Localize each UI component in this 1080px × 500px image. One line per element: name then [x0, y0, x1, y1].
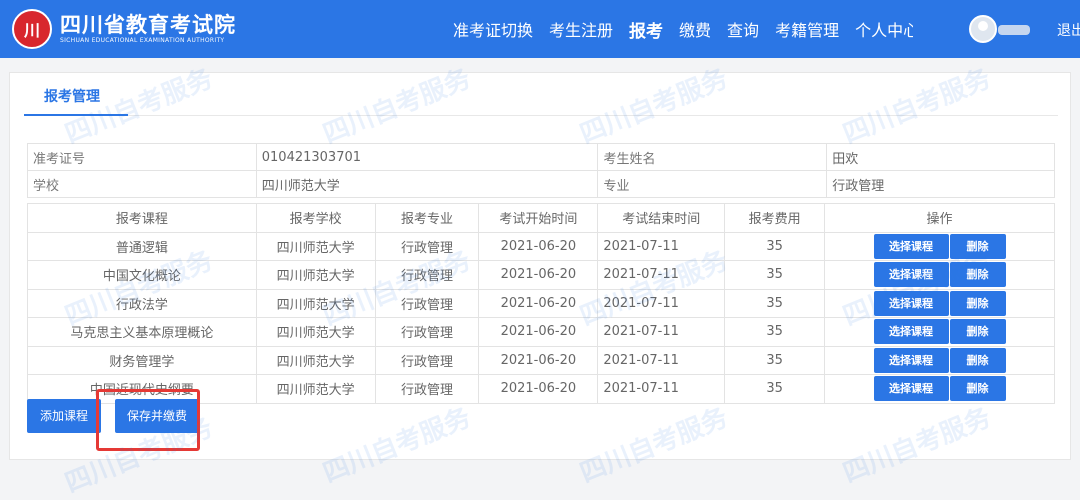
logo-emblem-icon: 川	[12, 9, 52, 49]
col-operation: 操作	[824, 203, 1055, 233]
course-actions: 选择课程 删除	[824, 345, 1055, 375]
select-course-button[interactable]: 选择课程	[873, 347, 949, 373]
course-start: 2021-06-20	[478, 260, 599, 290]
col-school: 报考学校	[255, 203, 376, 233]
select-course-button[interactable]: 选择课程	[873, 376, 949, 402]
user-name-redacted	[998, 25, 1030, 35]
delete-course-button[interactable]: 删除	[949, 233, 1006, 259]
user-avatar[interactable]	[969, 15, 997, 43]
delete-course-button[interactable]: 删除	[949, 290, 1006, 316]
table-row: 中国文化概论 四川师范大学 行政管理 2021-06-20 2021-07-11…	[27, 260, 1055, 290]
table-row: 财务管理学 四川师范大学 行政管理 2021-06-20 2021-07-11 …	[27, 345, 1055, 375]
nav-apply[interactable]: 报考	[629, 17, 663, 42]
course-school: 四川师范大学	[255, 231, 376, 261]
delete-course-button[interactable]: 删除	[949, 347, 1006, 373]
delete-course-button[interactable]: 删除	[949, 376, 1006, 402]
course-name: 财务管理学	[27, 345, 257, 375]
logout-link[interactable]: 退出	[1057, 20, 1080, 40]
course-actions: 选择课程 删除	[824, 231, 1055, 261]
select-course-button[interactable]: 选择课程	[873, 262, 949, 288]
course-end: 2021-07-11	[597, 345, 726, 375]
school-value: 四川师范大学	[255, 170, 599, 198]
major-label: 专业	[597, 170, 828, 198]
info-row: 准考证号 010421303701 考生姓名 田欢	[27, 143, 1055, 171]
major-value: 行政管理	[826, 170, 1055, 198]
logo-title: 四川省教育考试院	[60, 12, 236, 37]
table-row: 行政法学 四川师范大学 行政管理 2021-06-20 2021-07-11 3…	[27, 288, 1055, 318]
course-major: 行政管理	[374, 288, 480, 318]
nav-query[interactable]: 查询	[727, 17, 759, 41]
course-actions: 选择课程 删除	[824, 260, 1055, 290]
nav-personal-center[interactable]: 个人中心	[855, 17, 913, 41]
course-school: 四川师范大学	[255, 345, 376, 375]
name-label: 考生姓名	[597, 143, 828, 171]
select-course-button[interactable]: 选择课程	[873, 319, 949, 345]
course-fee: 35	[724, 260, 826, 290]
main-nav: 准考证切换 考生注册 报考 缴费 查询 考籍管理 个人中心	[453, 0, 913, 58]
course-name: 中国文化概论	[27, 260, 257, 290]
course-major: 行政管理	[374, 231, 480, 261]
col-start-time: 考试开始时间	[478, 203, 599, 233]
student-info-table: 准考证号 010421303701 考生姓名 田欢 学校 四川师范大学 专业 行…	[27, 143, 1055, 198]
annotation-highlight-box	[96, 389, 200, 451]
col-end-time: 考试结束时间	[597, 203, 726, 233]
nav-ticket-switch[interactable]: 准考证切换	[453, 17, 533, 41]
top-header: 川 四川省教育考试院 SICHUAN EDUCATIONAL EXAMINATI…	[0, 0, 1080, 58]
course-major: 行政管理	[374, 374, 480, 404]
course-major: 行政管理	[374, 345, 480, 375]
course-table-header: 报考课程 报考学校 报考专业 考试开始时间 考试结束时间 报考费用 操作	[27, 203, 1055, 233]
ticket-value: 010421303701	[255, 143, 599, 171]
info-row: 学校 四川师范大学 专业 行政管理	[27, 170, 1055, 198]
course-actions: 选择课程 删除	[824, 288, 1055, 318]
course-start: 2021-06-20	[478, 288, 599, 318]
delete-course-button[interactable]: 删除	[949, 262, 1006, 288]
course-actions: 选择课程 删除	[824, 317, 1055, 347]
course-start: 2021-06-20	[478, 231, 599, 261]
delete-course-button[interactable]: 删除	[949, 319, 1006, 345]
nav-payment[interactable]: 缴费	[679, 17, 711, 41]
course-fee: 35	[724, 317, 826, 347]
course-end: 2021-07-11	[597, 374, 726, 404]
course-start: 2021-06-20	[478, 317, 599, 347]
course-end: 2021-07-11	[597, 260, 726, 290]
table-row: 马克思主义基本原理概论 四川师范大学 行政管理 2021-06-20 2021-…	[27, 317, 1055, 347]
col-fee: 报考费用	[724, 203, 826, 233]
tab-apply-management[interactable]: 报考管理	[24, 85, 128, 116]
course-school: 四川师范大学	[255, 288, 376, 318]
school-label: 学校	[27, 170, 257, 198]
content-card: 报考管理 准考证号 010421303701 考生姓名 田欢 学校 四川师范大学…	[9, 72, 1071, 460]
course-start: 2021-06-20	[478, 374, 599, 404]
ticket-label: 准考证号	[27, 143, 257, 171]
course-start: 2021-06-20	[478, 345, 599, 375]
logo-subtitle: SICHUAN EDUCATIONAL EXAMINATION AUTHORIT…	[60, 36, 225, 44]
course-school: 四川师范大学	[255, 260, 376, 290]
select-course-button[interactable]: 选择课程	[873, 290, 949, 316]
table-row: 普通逻辑 四川师范大学 行政管理 2021-06-20 2021-07-11 3…	[27, 231, 1055, 261]
nav-records[interactable]: 考籍管理	[775, 17, 839, 41]
course-name: 马克思主义基本原理概论	[27, 317, 257, 347]
course-fee: 35	[724, 345, 826, 375]
add-course-button[interactable]: 添加课程	[27, 399, 101, 433]
course-school: 四川师范大学	[255, 374, 376, 404]
course-school: 四川师范大学	[255, 317, 376, 347]
tab-bar: 报考管理	[24, 85, 1058, 116]
course-fee: 35	[724, 288, 826, 318]
site-logo[interactable]: 川 四川省教育考试院 SICHUAN EDUCATIONAL EXAMINATI…	[12, 9, 236, 49]
course-actions: 选择课程 删除	[824, 374, 1055, 404]
course-end: 2021-07-11	[597, 231, 726, 261]
col-course: 报考课程	[27, 203, 257, 233]
course-table: 报考课程 报考学校 报考专业 考试开始时间 考试结束时间 报考费用 操作 普通逻…	[27, 203, 1055, 404]
course-fee: 35	[724, 231, 826, 261]
course-fee: 35	[724, 374, 826, 404]
course-name: 行政法学	[27, 288, 257, 318]
nav-register[interactable]: 考生注册	[549, 17, 613, 41]
course-major: 行政管理	[374, 260, 480, 290]
course-end: 2021-07-11	[597, 317, 726, 347]
course-end: 2021-07-11	[597, 288, 726, 318]
select-course-button[interactable]: 选择课程	[873, 233, 949, 259]
col-major: 报考专业	[374, 203, 480, 233]
name-value: 田欢	[826, 143, 1055, 171]
course-major: 行政管理	[374, 317, 480, 347]
course-name: 普通逻辑	[27, 231, 257, 261]
